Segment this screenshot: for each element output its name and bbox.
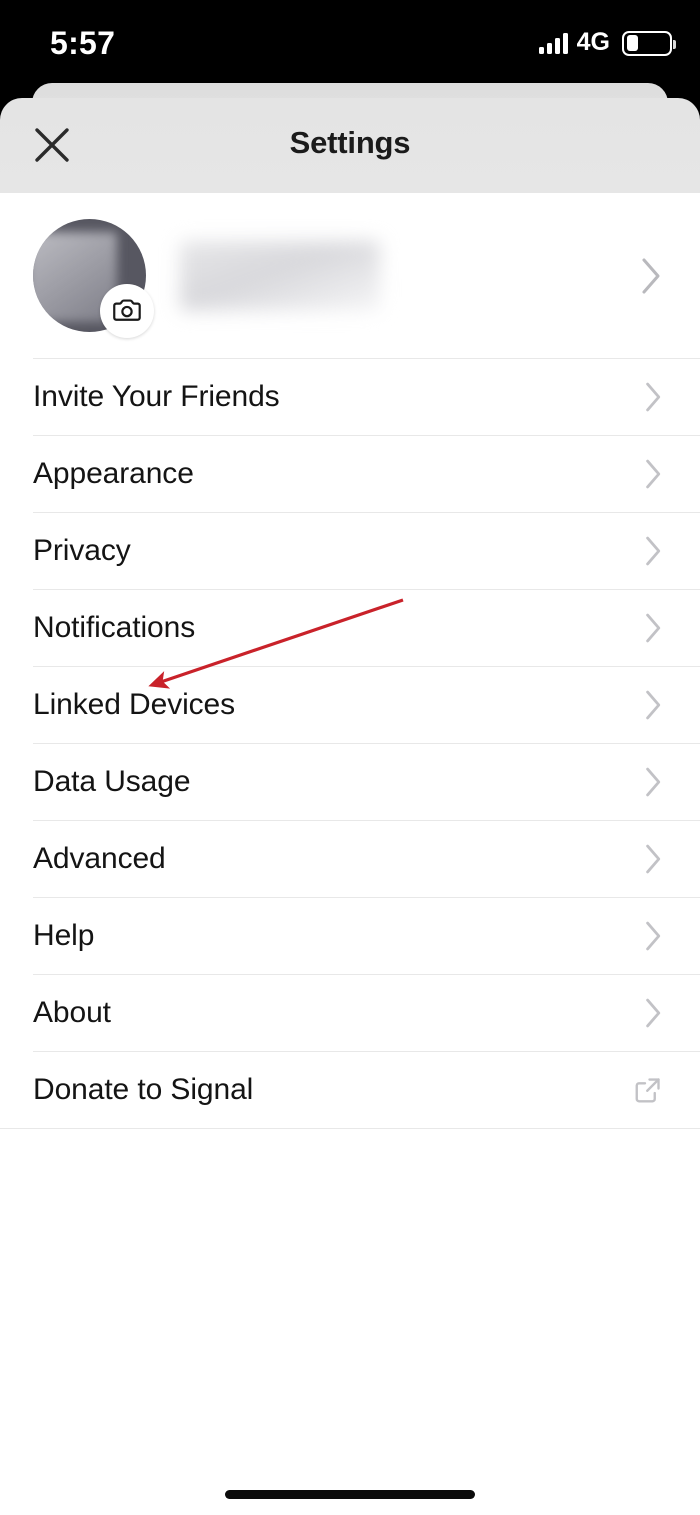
settings-row-invite-your-friends[interactable]: Invite Your Friends	[0, 359, 700, 435]
chevron-right-icon	[645, 613, 663, 644]
network-type-label: 4G	[576, 28, 610, 56]
external-link-icon	[633, 1075, 663, 1105]
chevron-right-icon	[645, 767, 663, 798]
chevron-right-icon	[645, 382, 663, 413]
camera-badge[interactable]	[100, 284, 154, 338]
page-title: Settings	[289, 125, 411, 160]
row-label: Notifications	[33, 611, 196, 644]
settings-sheet: Settings Invite Your Friends Appearance …	[0, 98, 700, 1515]
profile-name	[180, 240, 380, 311]
row-label: Data Usage	[33, 765, 191, 798]
chevron-right-icon	[645, 921, 663, 952]
row-label: Linked Devices	[33, 688, 236, 721]
settings-row-about[interactable]: About	[0, 975, 700, 1051]
row-label: Help	[33, 919, 95, 952]
row-label: Advanced	[33, 842, 166, 875]
settings-row-donate-to-signal[interactable]: Donate to Signal	[0, 1052, 700, 1128]
row-label: Privacy	[33, 534, 131, 567]
settings-row-data-usage[interactable]: Data Usage	[0, 744, 700, 820]
row-label: About	[33, 996, 111, 1029]
settings-row-appearance[interactable]: Appearance	[0, 436, 700, 512]
home-indicator[interactable]	[225, 1490, 475, 1499]
phone-screen: 5:57 4G Settings Invite Your Friends App…	[0, 0, 700, 1515]
chevron-right-icon	[645, 690, 663, 721]
camera-icon	[113, 299, 141, 321]
battery-low-icon	[622, 30, 676, 56]
status-bar-time: 5:57	[50, 25, 116, 61]
navigation-bar: Settings	[0, 98, 700, 193]
row-label: Donate to Signal	[33, 1073, 254, 1106]
chevron-right-icon	[645, 536, 663, 567]
chevron-right-icon	[645, 459, 663, 490]
settings-row-notifications[interactable]: Notifications	[0, 590, 700, 666]
chevron-right-icon	[645, 998, 663, 1029]
chevron-right-icon	[645, 844, 663, 875]
signal-bars-icon	[538, 32, 568, 54]
chevron-right-icon	[641, 257, 663, 295]
settings-row-linked-devices[interactable]: Linked Devices	[0, 667, 700, 743]
status-bar-indicators: 4G	[538, 28, 676, 58]
row-label: Invite Your Friends	[33, 380, 280, 413]
settings-row-help[interactable]: Help	[0, 898, 700, 974]
avatar[interactable]	[33, 219, 154, 338]
list-divider	[0, 1128, 700, 1129]
profile-row[interactable]	[0, 193, 700, 358]
settings-row-privacy[interactable]: Privacy	[0, 513, 700, 589]
settings-list: Invite Your Friends Appearance Privacy N…	[0, 193, 700, 1515]
row-label: Appearance	[33, 457, 194, 490]
settings-row-advanced[interactable]: Advanced	[0, 821, 700, 897]
